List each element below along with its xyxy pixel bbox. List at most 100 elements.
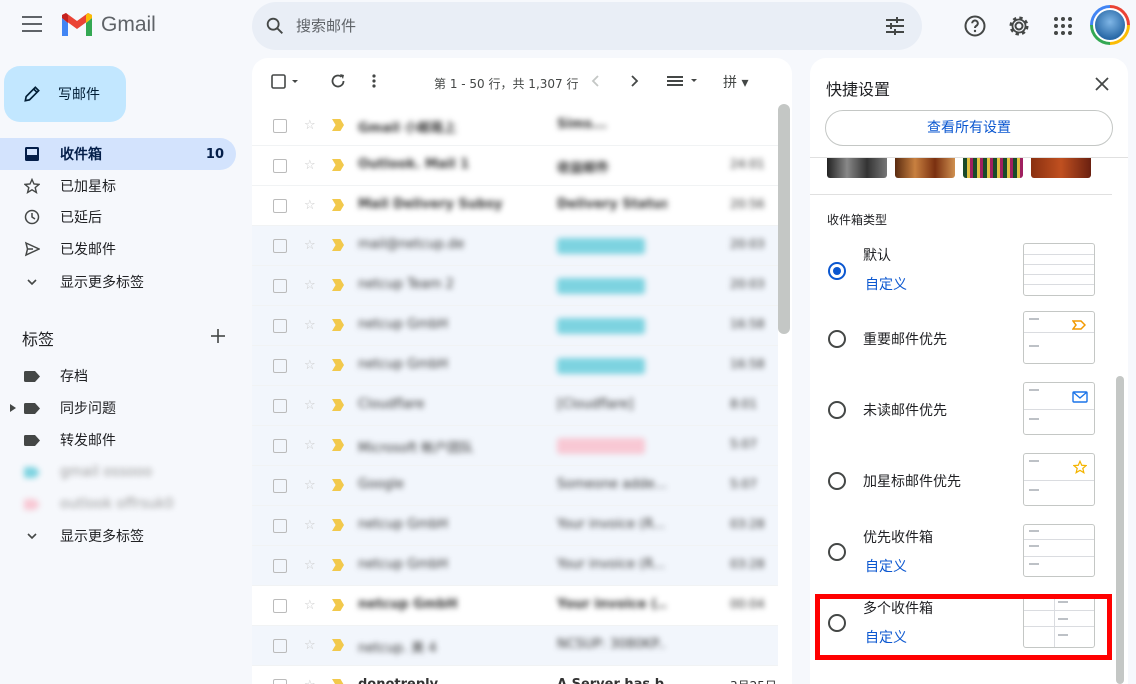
menu-icon[interactable] [22,16,42,34]
email-row[interactable]: ☆ Gmail 小邮局上 Sims... [252,106,778,146]
star-icon[interactable]: ☆ [304,118,316,133]
important-marker-icon[interactable] [332,119,344,131]
email-row[interactable]: ☆ Microsoft 帐户团队 5:07 [252,426,778,466]
sidebar-label-outlook[interactable]: outlook offrsuk0 [0,488,236,520]
select-all-checkbox[interactable] [271,72,301,92]
radio-button[interactable] [828,330,846,348]
radio-button[interactable] [828,401,846,419]
inbox-type-starred-first[interactable]: 加星标邮件优先 [810,450,1128,520]
inbox-type-unread-first[interactable]: 未读邮件优先 [810,379,1128,449]
email-row[interactable]: ☆ netcup GmbH Your invoice (... 00:04 [252,586,778,626]
expand-arrow-icon[interactable] [10,404,16,412]
email-checkbox[interactable] [273,639,287,653]
sidebar-item-more[interactable]: 显示更多标签 [0,266,236,298]
important-marker-icon[interactable] [332,679,344,684]
sidebar-labels-more[interactable]: 显示更多标签 [0,520,236,552]
email-checkbox[interactable] [273,359,287,373]
email-row[interactable]: ☆ Mail Delivery Subsy Delivery Status... 20… [252,186,778,226]
account-avatar[interactable] [1090,5,1130,45]
important-marker-icon[interactable] [332,239,344,251]
star-icon[interactable]: ☆ [304,598,316,613]
star-icon[interactable]: ☆ [304,278,316,293]
email-row[interactable]: ☆ netcup GmbH 16:58 [252,346,778,386]
important-marker-icon[interactable] [332,639,344,651]
search-bar[interactable] [252,2,922,50]
star-icon[interactable]: ☆ [304,438,316,453]
email-checkbox[interactable] [273,679,287,684]
theme-thumbnail[interactable] [827,158,887,178]
star-icon[interactable]: ☆ [304,238,316,253]
compose-button[interactable]: 写邮件 [4,66,126,122]
inbox-type-default[interactable]: 默认 自定义 [810,241,1128,311]
email-checkbox[interactable] [273,519,287,533]
important-marker-icon[interactable] [332,559,344,571]
email-checkbox[interactable] [273,279,287,293]
star-icon[interactable]: ☆ [304,518,316,533]
inbox-type-important-first[interactable]: 重要邮件优先 [810,308,1128,378]
star-icon[interactable]: ☆ [304,478,316,493]
star-icon[interactable]: ☆ [304,358,316,373]
settings-icon[interactable] [1007,14,1031,38]
email-row[interactable]: ☆ Outlook. Mail 1 收益邮件 24:01 [252,146,778,186]
quick-settings-scrollbar[interactable] [1116,376,1124,684]
important-marker-icon[interactable] [332,399,344,411]
star-icon[interactable]: ☆ [304,638,316,653]
theme-thumbnail[interactable] [1031,158,1091,178]
email-checkbox[interactable] [273,319,287,333]
email-row[interactable]: ☆ netcup Team 2 20:03 [252,266,778,306]
density-icon[interactable] [666,72,700,90]
important-marker-icon[interactable] [332,439,344,451]
email-row[interactable]: ☆ netcup GmbH 16:58 [252,306,778,346]
sidebar-item-inbox[interactable]: 收件箱 10 [0,138,236,170]
important-marker-icon[interactable] [332,279,344,291]
email-row[interactable]: ☆ Cloudflare [Cloudflare] 8:01 [252,386,778,426]
customize-link[interactable]: 自定义 [865,556,907,576]
star-icon[interactable]: ☆ [304,678,316,684]
more-options-icon[interactable] [370,72,378,90]
email-checkbox[interactable] [273,439,287,453]
email-checkbox[interactable] [273,159,287,173]
theme-thumbnail[interactable] [963,158,1023,178]
star-icon[interactable]: ☆ [304,158,316,173]
refresh-icon[interactable] [329,72,347,90]
email-checkbox[interactable] [273,119,287,133]
sidebar-item-snoozed[interactable]: 已延后 [0,201,236,233]
email-checkbox[interactable] [273,399,287,413]
email-row[interactable]: ☆ Google Someone adde... 5:07 [252,466,778,506]
email-checkbox[interactable] [273,599,287,613]
important-marker-icon[interactable] [332,199,344,211]
mail-list-scrollbar[interactable] [778,104,790,334]
email-checkbox[interactable] [273,239,287,253]
sidebar-label-forward[interactable]: 转发邮件 [0,424,236,456]
star-icon[interactable]: ☆ [304,198,316,213]
search-input[interactable] [296,12,856,40]
sidebar-label-gmail[interactable]: gmail ossooo [0,456,236,488]
search-icon[interactable] [264,15,286,37]
help-icon[interactable] [963,14,987,38]
email-checkbox[interactable] [273,199,287,213]
next-page-icon[interactable] [627,72,641,90]
theme-thumbnail[interactable] [895,158,955,178]
sidebar-label-archive[interactable]: 存档 [0,360,236,392]
gmail-logo[interactable]: Gmail [60,12,156,38]
prev-page-icon[interactable] [589,72,603,90]
sidebar-item-sent[interactable]: 已发邮件 [0,233,236,265]
important-marker-icon[interactable] [332,599,344,611]
sidebar-item-starred[interactable]: 已加星标 [0,170,236,202]
close-icon[interactable] [1093,75,1111,93]
email-row[interactable]: ☆ netcup GmbH Your invoice (R... 03:28 [252,546,778,586]
radio-button[interactable] [828,543,846,561]
email-checkbox[interactable] [273,479,287,493]
add-label-icon[interactable] [208,326,228,346]
radio-button[interactable] [828,262,846,280]
filter-options-icon[interactable] [884,16,906,36]
sidebar-label-sync[interactable]: 同步问题 [0,392,236,424]
important-marker-icon[interactable] [332,519,344,531]
customize-link[interactable]: 自定义 [865,274,907,294]
star-icon[interactable]: ☆ [304,558,316,573]
important-marker-icon[interactable] [332,319,344,331]
email-checkbox[interactable] [273,559,287,573]
email-row[interactable]: ☆ netcup GmbH Your invoice (R... 03:28 [252,506,778,546]
important-marker-icon[interactable] [332,159,344,171]
star-icon[interactable]: ☆ [304,318,316,333]
